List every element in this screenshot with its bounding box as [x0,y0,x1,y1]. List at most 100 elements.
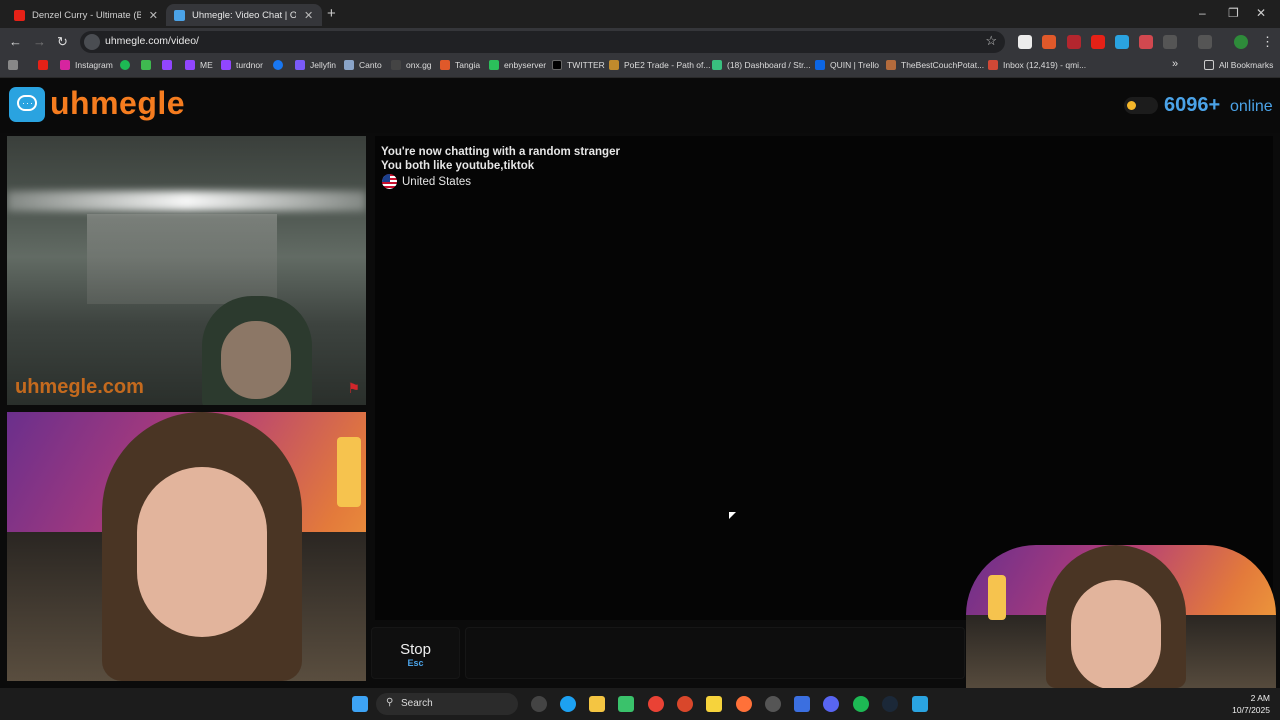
bookmark-green[interactable] [141,60,156,70]
bookmark-onxgg[interactable]: onx.gg [391,60,432,70]
steam-icon[interactable] [882,696,898,712]
side-panel-icon[interactable] [1198,35,1212,49]
windows-taskbar: ⚲ Search 2 AM 10/7/2025 [0,688,1280,720]
url-text: uhmegle.com/video/ [105,35,199,47]
bookmarks-overflow-button[interactable]: » [1172,58,1178,70]
bookmark-star-icon[interactable]: ☆ [985,33,997,49]
minimize-button[interactable]: – [1199,6,1206,20]
site-header: ··· uhmegle 6096+ online [0,79,1280,133]
bookmark-poe2-trade[interactable]: PoE2 Trade - Path of... [609,60,710,70]
firefox-icon[interactable] [736,696,752,712]
browser-tab-youtube[interactable]: Denzel Curry - Ultimate (BADB/ ✕ [6,4,166,26]
jellyfin-icon [295,60,305,70]
address-bar[interactable]: uhmegle.com/video/ ☆ [80,31,1005,53]
browser-tab-uhmegle[interactable]: Uhmegle: Video Chat | Onl ✕ [166,4,322,26]
bookmark-dashboard[interactable]: (18) Dashboard / Str... [712,60,811,70]
bookmark-turdnor[interactable]: turdnor [221,60,263,70]
restore-button[interactable]: ❐ [1228,6,1239,20]
poe2-icon [609,60,619,70]
taskbar-search[interactable]: ⚲ Search [376,693,518,715]
bookmark-canto[interactable]: Canto [344,60,382,70]
outlook-icon[interactable] [794,696,810,712]
self-preview-video[interactable] [966,545,1276,688]
notepad-icon[interactable] [912,696,928,712]
logo-text[interactable]: uhmegle [50,85,185,122]
uhmegle-logo-icon[interactable]: ··· [9,87,45,122]
reload-button[interactable]: ↻ [57,34,68,50]
system-clock[interactable]: 2 AM 10/7/2025 [1232,692,1270,716]
folder-icon [1204,60,1214,70]
tab-title: Denzel Curry - Ultimate (BADB/ [32,9,141,21]
close-tab-icon[interactable]: ✕ [149,9,158,22]
menu-kebab-icon[interactable]: ⋮ [1261,34,1274,50]
apps-grid-icon[interactable] [8,60,23,70]
facebook-icon [273,60,283,70]
bookmark-enbyserver[interactable]: enbyserver [489,60,546,70]
us-flag-icon [382,174,397,189]
youtube-icon [14,9,25,21]
extension-k-icon[interactable] [1018,35,1032,49]
bookmark-inbox[interactable]: Inbox (12,419) - qmi... [988,60,1086,70]
bookmark-me[interactable]: ME [185,60,213,70]
youtube-icon [38,60,48,70]
extension-red-icon[interactable] [1139,35,1153,49]
bookmark-tangia[interactable]: Tangia [440,60,480,70]
bookmark-youtube[interactable] [38,60,53,70]
search-icon: ⚲ [386,697,394,708]
trello-icon [815,60,825,70]
extension-translate-icon[interactable] [1115,35,1129,49]
windows-start-icon[interactable] [352,696,368,712]
basketball-app-icon[interactable] [677,696,693,712]
message-input[interactable] [465,627,965,679]
instagram-icon [60,60,70,70]
online-status-dot [1127,101,1136,110]
new-tab-button[interactable]: + [327,5,336,22]
close-tab-icon[interactable]: ✕ [304,9,313,22]
online-count: 6096+ [1164,94,1221,116]
site-info-icon[interactable] [84,34,100,50]
bookmark-couchpotato[interactable]: TheBestCouchPotat... [886,60,984,70]
bookmark-facebook[interactable] [273,60,288,70]
bookmarks-bar: Instagram ME turdnor Jellyfin Canto onx.… [0,56,1280,78]
stop-button[interactable]: Stop Esc [371,627,460,679]
sticky-notes-icon[interactable] [706,696,722,712]
stranger-video: uhmegle.com ⚑ [7,136,366,405]
dashboard-icon [712,60,722,70]
bookmark-jellyfin[interactable]: Jellyfin [295,60,336,70]
chrome-icon[interactable] [648,696,664,712]
tangia-icon [440,60,450,70]
file-explorer-icon[interactable] [589,696,605,712]
extension-youtube-icon[interactable] [1091,35,1105,49]
bookmark-twitch[interactable] [162,60,177,70]
online-label: online [1230,98,1273,115]
bookmark-spotify[interactable] [120,60,135,70]
spotify-icon[interactable] [853,696,869,712]
twitch-icon [221,60,231,70]
extension-badge-icon[interactable] [1067,35,1081,49]
report-flag-icon[interactable]: ⚑ [347,380,360,397]
steam-vr-icon[interactable] [765,696,781,712]
bookmark-twitter[interactable]: TWITTER [552,60,605,70]
bookmark-instagram[interactable]: Instagram [60,60,113,70]
gmail-icon [988,60,998,70]
all-bookmarks-button[interactable]: All Bookmarks [1204,60,1273,70]
discord-icon[interactable] [823,696,839,712]
search-label: Search [401,698,433,709]
back-button[interactable]: ← [9,34,22,49]
self-video [7,412,366,681]
close-window-button[interactable]: ✕ [1256,6,1266,20]
forward-button[interactable]: → [33,34,46,49]
profile-avatar-icon[interactable] [1234,35,1248,49]
bookmark-trello[interactable]: QUIN | Trello [815,60,879,70]
widgets-icon[interactable] [531,696,547,712]
edge-icon[interactable] [560,696,576,712]
extension-fox-icon[interactable] [1042,35,1056,49]
media-player-icon[interactable] [618,696,634,712]
x-twitter-icon [552,60,562,70]
extensions-puzzle-icon[interactable] [1163,35,1177,49]
system-message: You're now chatting with a random strang… [381,146,620,158]
country-name: United States [402,175,472,188]
spotify-icon [120,60,130,70]
mouse-cursor-icon [729,512,736,519]
twitch-icon [162,60,172,70]
